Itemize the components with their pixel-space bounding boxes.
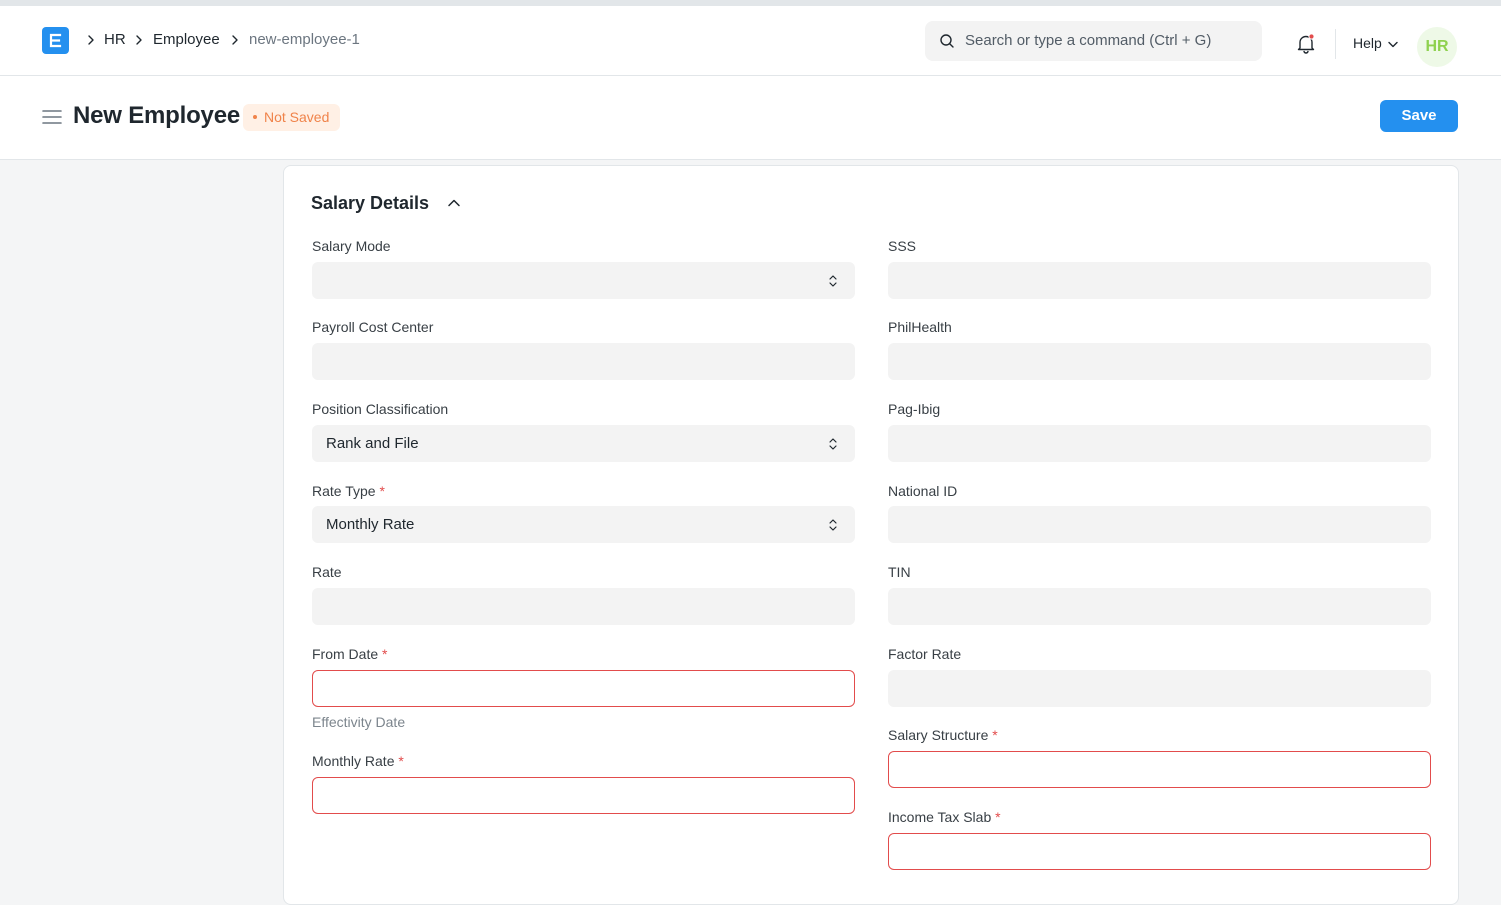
page-title: New Employee xyxy=(73,102,240,129)
required-indicator: * xyxy=(379,483,385,499)
page-header: New Employee Not Saved Save xyxy=(0,76,1501,160)
top-navbar: HR Employee new-employee-1 Search or typ… xyxy=(0,0,1501,76)
payroll-cost-center-input[interactable] xyxy=(312,343,855,380)
chevron-right-icon xyxy=(136,35,142,45)
required-indicator: * xyxy=(398,753,404,769)
tin-input[interactable] xyxy=(888,588,1431,625)
national-id-input[interactable] xyxy=(888,506,1431,543)
salary-structure-label: Salary Structure * xyxy=(888,726,998,744)
monthly-rate-label: Monthly Rate * xyxy=(312,752,404,770)
breadcrumb-hr[interactable]: HR xyxy=(104,30,126,50)
status-dot-icon xyxy=(253,115,257,120)
save-button[interactable]: Save xyxy=(1380,100,1458,132)
select-arrows-icon xyxy=(829,438,837,450)
required-indicator: * xyxy=(992,727,998,743)
chevron-down-icon[interactable] xyxy=(1388,41,1398,48)
income-tax-slab-input[interactable] xyxy=(888,833,1431,870)
income-tax-slab-label: Income Tax Slab * xyxy=(888,808,1001,826)
sss-label: SSS xyxy=(888,238,917,254)
from-date-label-text: From Date xyxy=(312,646,379,662)
pag-ibig-input[interactable] xyxy=(888,425,1431,462)
breadcrumb-employee[interactable]: Employee xyxy=(153,30,220,50)
notification-bell-icon[interactable] xyxy=(1296,33,1316,55)
pag-ibig-label: Pag-Ibig xyxy=(888,401,941,417)
rate-type-label-text: Rate Type xyxy=(312,483,376,499)
position-classification-value: Rank and File xyxy=(326,435,419,452)
payroll-cost-center-label: Payroll Cost Center xyxy=(312,319,434,335)
monthly-rate-label-text: Monthly Rate xyxy=(312,753,395,769)
philhealth-input[interactable] xyxy=(888,343,1431,380)
rate-type-label: Rate Type * xyxy=(312,482,385,500)
chevron-up-icon[interactable] xyxy=(447,198,461,207)
status-text: Not Saved xyxy=(264,109,330,125)
required-indicator: * xyxy=(382,646,388,662)
navbar-divider xyxy=(1335,29,1336,59)
rate-type-select[interactable]: Monthly Rate xyxy=(312,506,855,543)
salary-structure-label-text: Salary Structure xyxy=(888,727,989,743)
sss-input[interactable] xyxy=(888,262,1431,299)
search-placeholder: Search or type a command (Ctrl + G) xyxy=(965,32,1212,49)
sidebar-toggle-icon[interactable] xyxy=(42,109,62,125)
from-date-input[interactable] xyxy=(312,670,855,707)
from-date-label: From Date * xyxy=(312,645,387,663)
rate-input[interactable] xyxy=(312,588,855,625)
section-title[interactable]: Salary Details xyxy=(311,191,429,215)
status-badge: Not Saved xyxy=(243,104,341,131)
user-avatar[interactable]: HR xyxy=(1417,27,1457,67)
salary-details-section: Salary Details Salary Mode Payroll Cost … xyxy=(283,165,1459,905)
help-dropdown[interactable]: Help xyxy=(1353,33,1382,53)
rate-type-value: Monthly Rate xyxy=(326,516,415,533)
select-arrows-icon xyxy=(829,519,837,531)
income-tax-slab-label-text: Income Tax Slab xyxy=(888,809,992,825)
salary-mode-select[interactable] xyxy=(312,262,855,299)
factor-rate-input[interactable] xyxy=(888,670,1431,707)
from-date-description: Effectivity Date xyxy=(312,714,406,730)
breadcrumb-current: new-employee-1 xyxy=(249,31,360,48)
salary-structure-input[interactable] xyxy=(888,751,1431,788)
position-classification-label: Position Classification xyxy=(312,401,449,417)
chevron-right-icon xyxy=(88,35,94,45)
search-icon xyxy=(940,34,954,48)
tin-label: TIN xyxy=(888,564,911,580)
salary-mode-label: Salary Mode xyxy=(312,238,391,254)
app-logo-icon[interactable] xyxy=(42,27,69,54)
search-input[interactable]: Search or type a command (Ctrl + G) xyxy=(925,21,1262,61)
select-arrows-icon xyxy=(829,275,837,287)
monthly-rate-input[interactable] xyxy=(312,777,855,814)
national-id-label: National ID xyxy=(888,483,958,499)
position-classification-select[interactable]: Rank and File xyxy=(312,425,855,462)
rate-label: Rate xyxy=(312,564,342,580)
chevron-right-icon xyxy=(232,35,238,45)
factor-rate-label: Factor Rate xyxy=(888,646,962,662)
required-indicator: * xyxy=(995,809,1001,825)
philhealth-label: PhilHealth xyxy=(888,319,952,335)
